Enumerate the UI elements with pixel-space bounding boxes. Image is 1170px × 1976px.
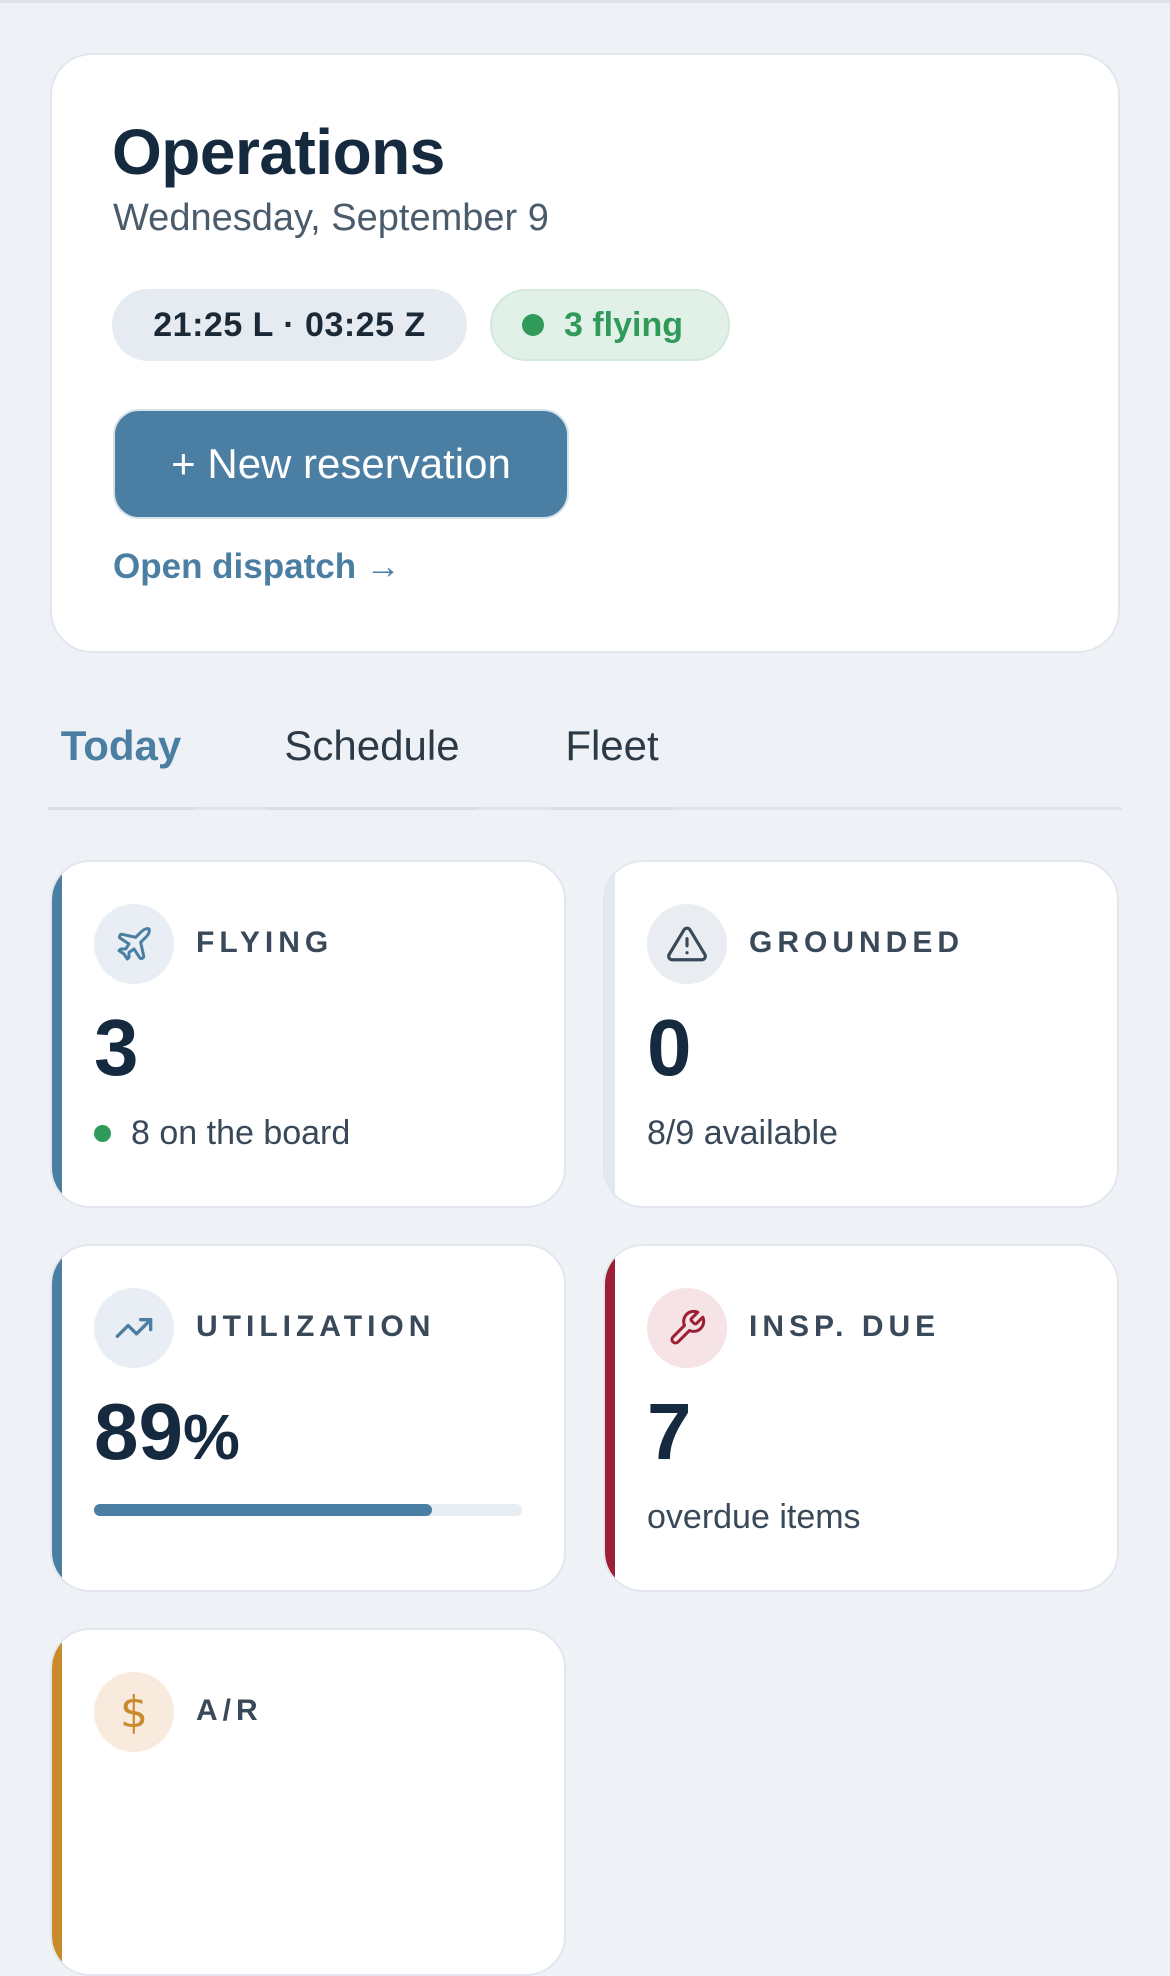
utilization-progress-fill [94,1504,433,1516]
tab-schedule-indicator [266,807,478,810]
dollar-icon: $ [94,1672,174,1752]
utilization-progress-bar [94,1504,522,1516]
tab-schedule-label: Schedule [284,722,460,769]
current-date: Wednesday, September 9 [113,197,549,239]
card-label: UTILIZATION [196,1310,436,1343]
card-subtext: overdue items [647,1498,861,1536]
card-value: 7 [647,1387,692,1476]
status-dot-icon [94,1125,111,1142]
card-subtext-text: 8 on the board [131,1114,351,1152]
time-pill: 21:25 L · 03:25 Z [112,289,467,361]
wrench-icon [647,1288,727,1368]
ar-stat-card[interactable]: $ A/R [50,1628,566,1976]
tab-schedule[interactable]: Schedule [266,685,478,810]
percent-sign: % [182,1401,240,1473]
tab-fleet[interactable]: Fleet [551,685,673,810]
utilization-stat-card[interactable]: UTILIZATION 89% [50,1244,566,1592]
card-subtext: 8/9 available [647,1114,838,1152]
tab-today-indicator [48,807,194,810]
card-label: GROUNDED [749,926,965,959]
flying-stat-card[interactable]: FLYING 3 8 on the board [50,860,566,1208]
time-pill-text: 21:25 L · 03:25 Z [153,305,426,344]
flying-status-badge: 3 flying [490,289,730,361]
insp-due-stat-card[interactable]: INSP. DUE 7 overdue items [603,1244,1119,1592]
open-dispatch-link[interactable]: Open dispatch → [113,547,401,587]
card-accent [52,1630,62,1974]
tab-bar: Today Schedule Fleet [48,685,1122,810]
tab-fleet-indicator [551,807,673,810]
utilization-number: 89 [94,1387,183,1476]
warning-icon [647,904,727,984]
card-accent [605,862,615,1206]
tab-today[interactable]: Today [48,685,194,810]
card-value: 0 [647,1003,692,1092]
tab-today-label: Today [60,722,182,769]
card-accent [605,1246,615,1590]
card-subtext: 8 on the board [94,1114,350,1153]
trending-up-icon [94,1288,174,1368]
card-value: 3 [94,1003,139,1092]
card-accent [52,862,62,1206]
card-label: A/R [196,1694,263,1727]
tab-fleet-label: Fleet [565,722,659,769]
new-reservation-button[interactable]: + New reservation [113,409,569,519]
status-dot-icon [522,314,544,336]
operations-header-card: Operations Wednesday, September 9 21:25 … [50,53,1120,653]
grounded-stat-card[interactable]: GROUNDED 0 8/9 available [603,860,1119,1208]
top-divider [0,0,1170,3]
flying-status-text: 3 flying [564,305,684,344]
plane-icon [94,904,174,984]
card-accent [52,1246,62,1590]
card-label: INSP. DUE [749,1310,941,1343]
page-title: Operations [112,116,445,188]
card-label: FLYING [196,926,334,959]
card-value: 89% [94,1386,240,1478]
